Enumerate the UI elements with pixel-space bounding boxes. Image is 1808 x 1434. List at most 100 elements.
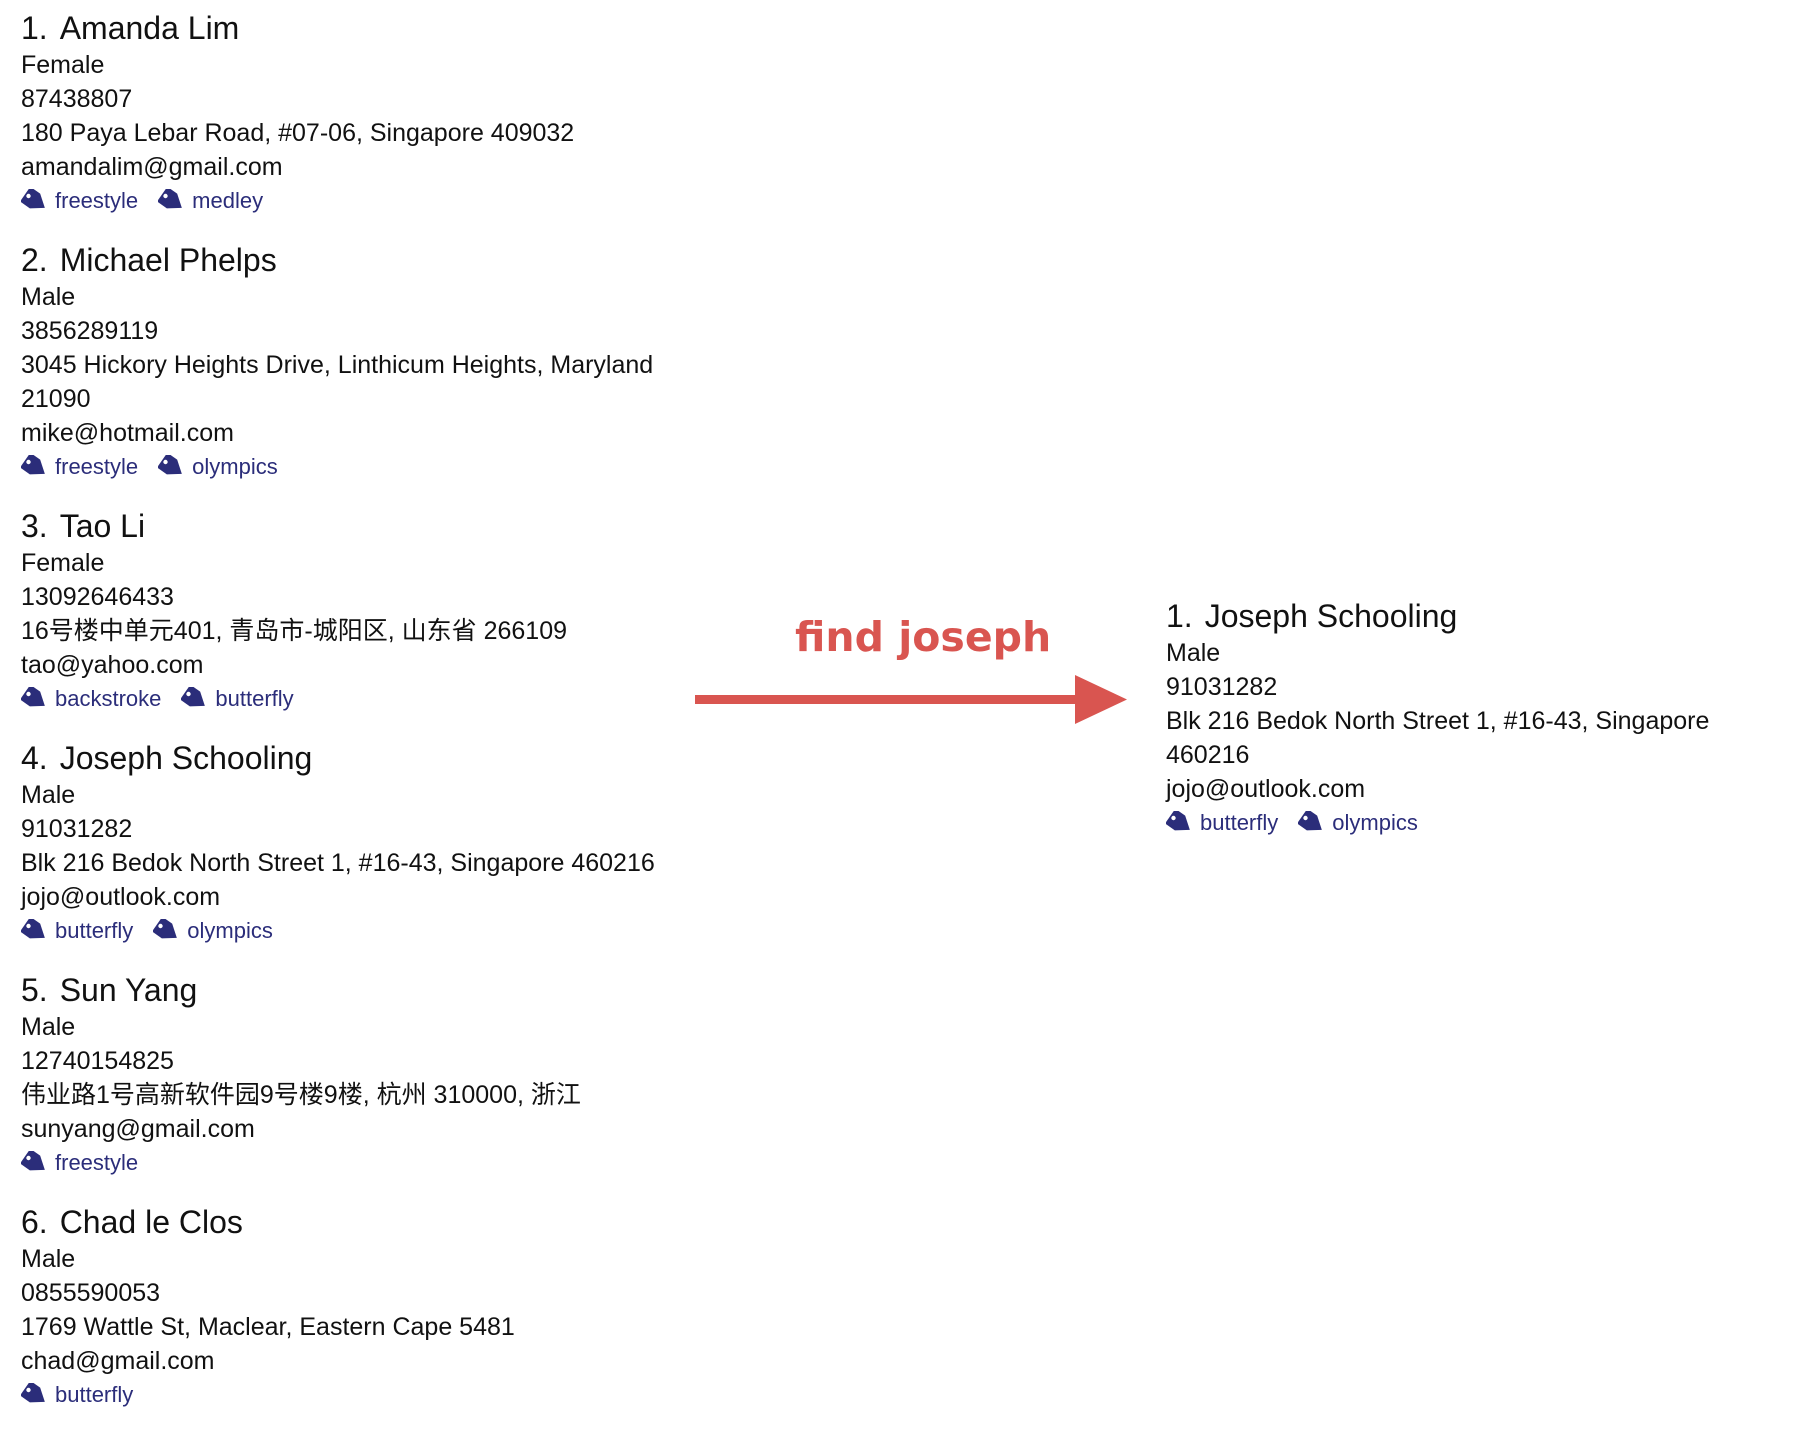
tag-label: butterfly	[55, 918, 134, 943]
contact-card[interactable]: 6. Chad le Clos Male 0855590053 1769 Watt…	[21, 1202, 681, 1412]
tag-freestyle: freestyle	[21, 186, 138, 216]
contact-email: chad@gmail.com	[21, 1347, 215, 1375]
tag-olympics: olympics	[158, 452, 278, 482]
contact-name-line: 6. Chad le Clos	[21, 1202, 681, 1242]
tag-medley: medley	[158, 186, 263, 216]
tag-butterfly: butterfly	[181, 684, 294, 714]
tag-butterfly: butterfly	[1166, 808, 1278, 838]
tag-butterfly: butterfly	[21, 916, 133, 946]
tag-icon	[21, 919, 49, 943]
tag-icon	[153, 919, 181, 943]
contact-name-line: 2. Michael Phelps	[21, 240, 681, 280]
contact-phone: 91031282	[21, 815, 133, 843]
contact-index: 3.	[21, 508, 48, 544]
contact-gender: Male	[21, 283, 76, 311]
contact-phone: 91031282	[1166, 673, 1278, 701]
contact-name-line: 1. Amanda Lim	[21, 8, 681, 48]
contact-phone: 87438807	[21, 85, 133, 113]
tag-label: butterfly	[215, 686, 294, 711]
tag-list: freestyle	[21, 1146, 681, 1180]
contact-address: 伟业路1号高新软件园9号楼9楼, 杭州 310000, 浙江	[21, 1081, 581, 1109]
contact-name: Sun Yang	[59, 972, 198, 1008]
tag-label: olympics	[1332, 810, 1418, 835]
tag-label: olympics	[187, 918, 273, 943]
tag-label: medley	[192, 188, 264, 213]
tag-label: olympics	[192, 454, 278, 479]
contact-email: tao@yahoo.com	[21, 651, 204, 679]
tag-olympics: olympics	[1298, 808, 1418, 838]
find-command-annotation: find joseph	[695, 612, 1135, 732]
contact-name: Joseph Schooling	[1204, 598, 1458, 634]
find-command-label: find joseph	[795, 613, 1052, 661]
contact-email: jojo@outlook.com	[21, 883, 221, 911]
contact-index: 1.	[1166, 598, 1193, 634]
contact-phone: 13092646433	[21, 583, 174, 611]
contact-card[interactable]: 4. Joseph Schooling Male 91031282 Blk 216…	[21, 738, 681, 948]
tag-icon	[181, 687, 209, 711]
tag-list: butterfly	[21, 1378, 681, 1412]
contact-email: amandalim@gmail.com	[21, 153, 283, 181]
contact-gender: Female	[21, 549, 105, 577]
contact-address: Blk 216 Bedok North Street 1, #16-43, Si…	[1166, 707, 1710, 769]
contact-email: mike@hotmail.com	[21, 419, 234, 447]
contact-name: Michael Phelps	[59, 242, 277, 278]
contact-address: 3045 Hickory Heights Drive, Linthicum He…	[21, 351, 654, 413]
tag-backstroke: backstroke	[21, 684, 161, 714]
tag-freestyle: freestyle	[21, 1148, 138, 1178]
tag-icon	[1166, 811, 1194, 835]
contact-card[interactable]: 2. Michael Phelps Male 3856289119 3045 Hi…	[21, 240, 681, 484]
contact-gender: Male	[21, 781, 76, 809]
tag-label: backstroke	[55, 686, 162, 711]
contact-name: Joseph Schooling	[59, 740, 313, 776]
contact-phone: 3856289119	[21, 317, 159, 345]
tag-list: freestyle medley	[21, 184, 681, 218]
tag-icon	[21, 1151, 49, 1175]
tag-butterfly: butterfly	[21, 1380, 133, 1410]
contact-address: 1769 Wattle St, Maclear, Eastern Cape 54…	[21, 1313, 515, 1341]
contact-name: Tao Li	[59, 508, 146, 544]
tag-olympics: olympics	[153, 916, 273, 946]
contact-gender: Male	[1166, 639, 1221, 667]
tag-label: butterfly	[1200, 810, 1279, 835]
arrow-right-icon	[695, 675, 1127, 724]
contact-name-line: 4. Joseph Schooling	[21, 738, 681, 778]
contact-phone: 0855590053	[21, 1279, 161, 1307]
tag-icon	[21, 455, 49, 479]
contact-gender: Male	[21, 1013, 76, 1041]
contact-gender: Female	[21, 51, 105, 79]
tag-icon	[1298, 811, 1326, 835]
contact-index: 2.	[21, 242, 48, 278]
contact-list-before: 1. Amanda Lim Female 87438807 180 Paya Le…	[21, 8, 681, 1434]
contact-card[interactable]: 5. Sun Yang Male 12740154825 伟业路1号高新软件园9号…	[21, 970, 681, 1180]
contact-list-after: 1. Joseph Schooling Male 91031282 Blk 216…	[1166, 596, 1796, 862]
contact-email: jojo@outlook.com	[1166, 775, 1366, 803]
contact-address: 180 Paya Lebar Road, #07-06, Singapore 4…	[21, 119, 575, 147]
contact-card[interactable]: 3. Tao Li Female 13092646433 16号楼中单元401, …	[21, 506, 681, 716]
contact-index: 4.	[21, 740, 48, 776]
tag-icon	[21, 687, 49, 711]
contact-card[interactable]: 1. Amanda Lim Female 87438807 180 Paya Le…	[21, 8, 681, 218]
contact-name-line: 1. Joseph Schooling	[1166, 596, 1796, 636]
tag-label: freestyle	[55, 188, 139, 213]
contact-gender: Male	[21, 1245, 76, 1273]
tag-list: freestyle olympics	[21, 450, 681, 484]
tag-icon	[21, 1383, 49, 1407]
contact-email: sunyang@gmail.com	[21, 1115, 255, 1143]
contact-index: 1.	[21, 10, 48, 46]
tag-label: freestyle	[55, 454, 139, 479]
tag-icon	[158, 455, 186, 479]
tag-icon	[21, 189, 49, 213]
tag-list: backstroke butterfly	[21, 682, 681, 716]
tag-freestyle: freestyle	[21, 452, 138, 482]
tag-label: butterfly	[55, 1382, 134, 1407]
tag-list: butterfly olympics	[1166, 806, 1796, 840]
contact-name-line: 3. Tao Li	[21, 506, 681, 546]
contact-name: Amanda Lim	[59, 10, 240, 46]
contact-index: 6.	[21, 1204, 48, 1240]
tag-list: butterfly olympics	[21, 914, 681, 948]
contact-address: Blk 216 Bedok North Street 1, #16-43, Si…	[21, 849, 655, 877]
contact-name: Chad le Clos	[59, 1204, 243, 1240]
tag-icon	[158, 189, 186, 213]
contact-index: 5.	[21, 972, 48, 1008]
contact-card[interactable]: 1. Joseph Schooling Male 91031282 Blk 216…	[1166, 596, 1796, 840]
